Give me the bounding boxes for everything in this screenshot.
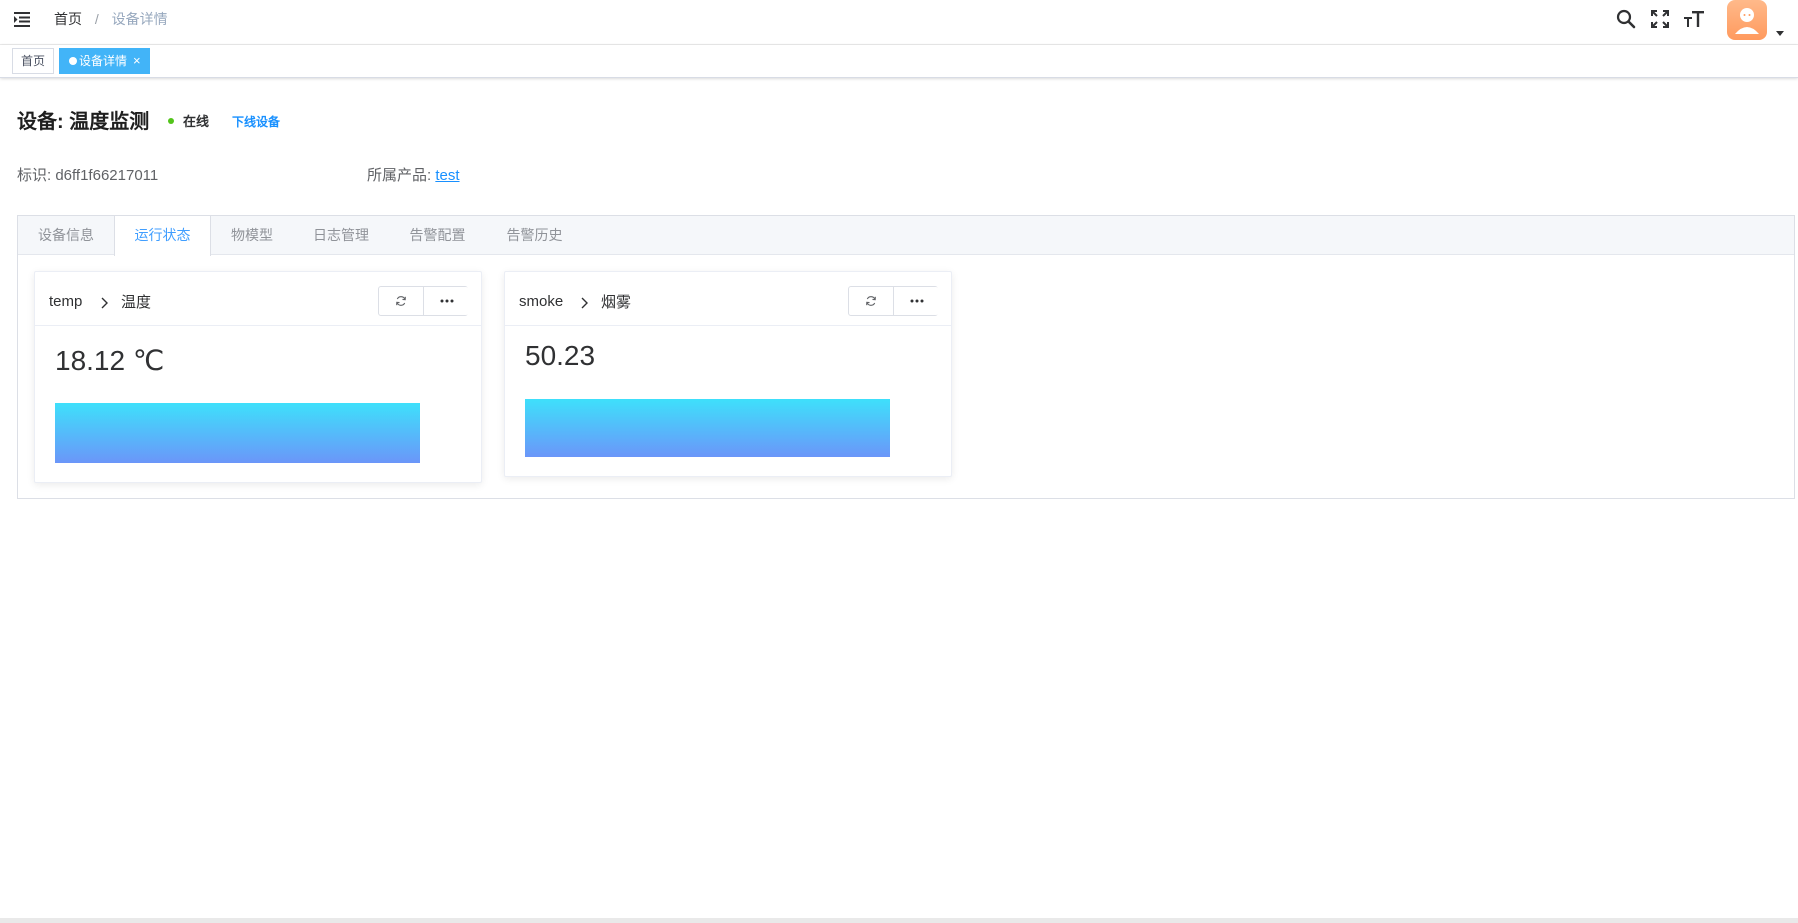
breadcrumb: 首页 / 设备详情 xyxy=(54,10,168,28)
card-property-name: 烟雾 xyxy=(601,294,632,311)
refresh-button[interactable] xyxy=(849,287,894,315)
avatar[interactable] xyxy=(1727,0,1767,40)
page-title: 设备: 温度监测 xyxy=(17,111,150,133)
breadcrumb-current: 设备详情 xyxy=(111,11,168,27)
tab-running-status[interactable]: 运行状态 xyxy=(114,216,211,256)
device-id: 标识: d6ff1f66217011 xyxy=(17,167,158,185)
status-dot-icon xyxy=(168,118,174,124)
tag-active-label: 设备详情 xyxy=(79,54,128,68)
navbar: 首页 / 设备详情 xyxy=(0,0,1798,45)
tag-home-label: 首页 xyxy=(20,54,45,68)
ellipsis-icon xyxy=(910,299,923,303)
font-size-icon[interactable] xyxy=(1683,8,1705,30)
breadcrumb-separator: / xyxy=(94,11,99,27)
menu-fold-icon[interactable] xyxy=(12,9,32,29)
refresh-icon xyxy=(866,296,876,306)
tab-alarm-config[interactable]: 告警配置 xyxy=(389,216,486,255)
tab-alarm-history[interactable]: 告警历史 xyxy=(486,216,583,255)
card-property-name: 温度 xyxy=(121,294,152,311)
ellipsis-icon xyxy=(440,299,453,303)
caret-down-icon[interactable] xyxy=(1775,24,1785,36)
close-icon[interactable]: × xyxy=(133,49,141,73)
card-header: temp 温度 xyxy=(35,272,481,326)
tab-device-info[interactable]: 设备信息 xyxy=(18,216,114,255)
tags-view: 首页 设备详情 × xyxy=(0,45,1798,78)
offline-device-button[interactable]: 下线设备 xyxy=(232,114,280,130)
tabs-container: 设备信息 运行状态 物模型 日志管理 告警配置 告警历史 temp 温度 18.… xyxy=(17,215,1795,499)
product-label: 所属产品: xyxy=(367,167,436,184)
card-value-bar xyxy=(55,403,420,463)
device-product: 所属产品: test xyxy=(367,167,460,185)
card-button-group xyxy=(378,286,469,316)
tab-log-management[interactable]: 日志管理 xyxy=(293,216,389,255)
fullscreen-icon[interactable] xyxy=(1649,8,1671,30)
card-value-bar xyxy=(525,399,890,457)
chevron-right-icon xyxy=(99,296,109,309)
bottom-border xyxy=(0,918,1798,923)
property-card-smoke: smoke 烟雾 50.23 xyxy=(504,271,952,477)
card-button-group xyxy=(848,286,939,316)
more-button[interactable] xyxy=(424,287,469,315)
tab-thing-model[interactable]: 物模型 xyxy=(211,216,293,255)
tag-device-detail[interactable]: 设备详情 × xyxy=(59,48,150,74)
breadcrumb-home[interactable]: 首页 xyxy=(54,11,82,27)
card-header: smoke 烟雾 xyxy=(505,272,951,326)
device-id-value: d6ff1f66217011 xyxy=(55,167,159,184)
status-badge: 在线 xyxy=(183,114,210,129)
card-value: 18.12 ℃ xyxy=(55,345,165,376)
refresh-icon xyxy=(396,296,406,306)
refresh-button[interactable] xyxy=(379,287,424,315)
device-id-label: 标识: xyxy=(17,167,56,184)
card-property-id: smoke xyxy=(519,293,564,310)
property-card-temp: temp 温度 18.12 ℃ xyxy=(34,271,482,483)
search-icon[interactable] xyxy=(1615,8,1637,30)
tabs-header: 设备信息 运行状态 物模型 日志管理 告警配置 告警历史 xyxy=(18,216,1794,256)
chevron-right-icon xyxy=(579,296,589,309)
card-value: 50.23 xyxy=(525,340,596,371)
active-dot-icon xyxy=(69,57,77,65)
product-link[interactable]: test xyxy=(435,167,459,184)
card-property-id: temp xyxy=(49,293,83,310)
tag-home[interactable]: 首页 xyxy=(12,48,54,74)
more-button[interactable] xyxy=(894,287,939,315)
